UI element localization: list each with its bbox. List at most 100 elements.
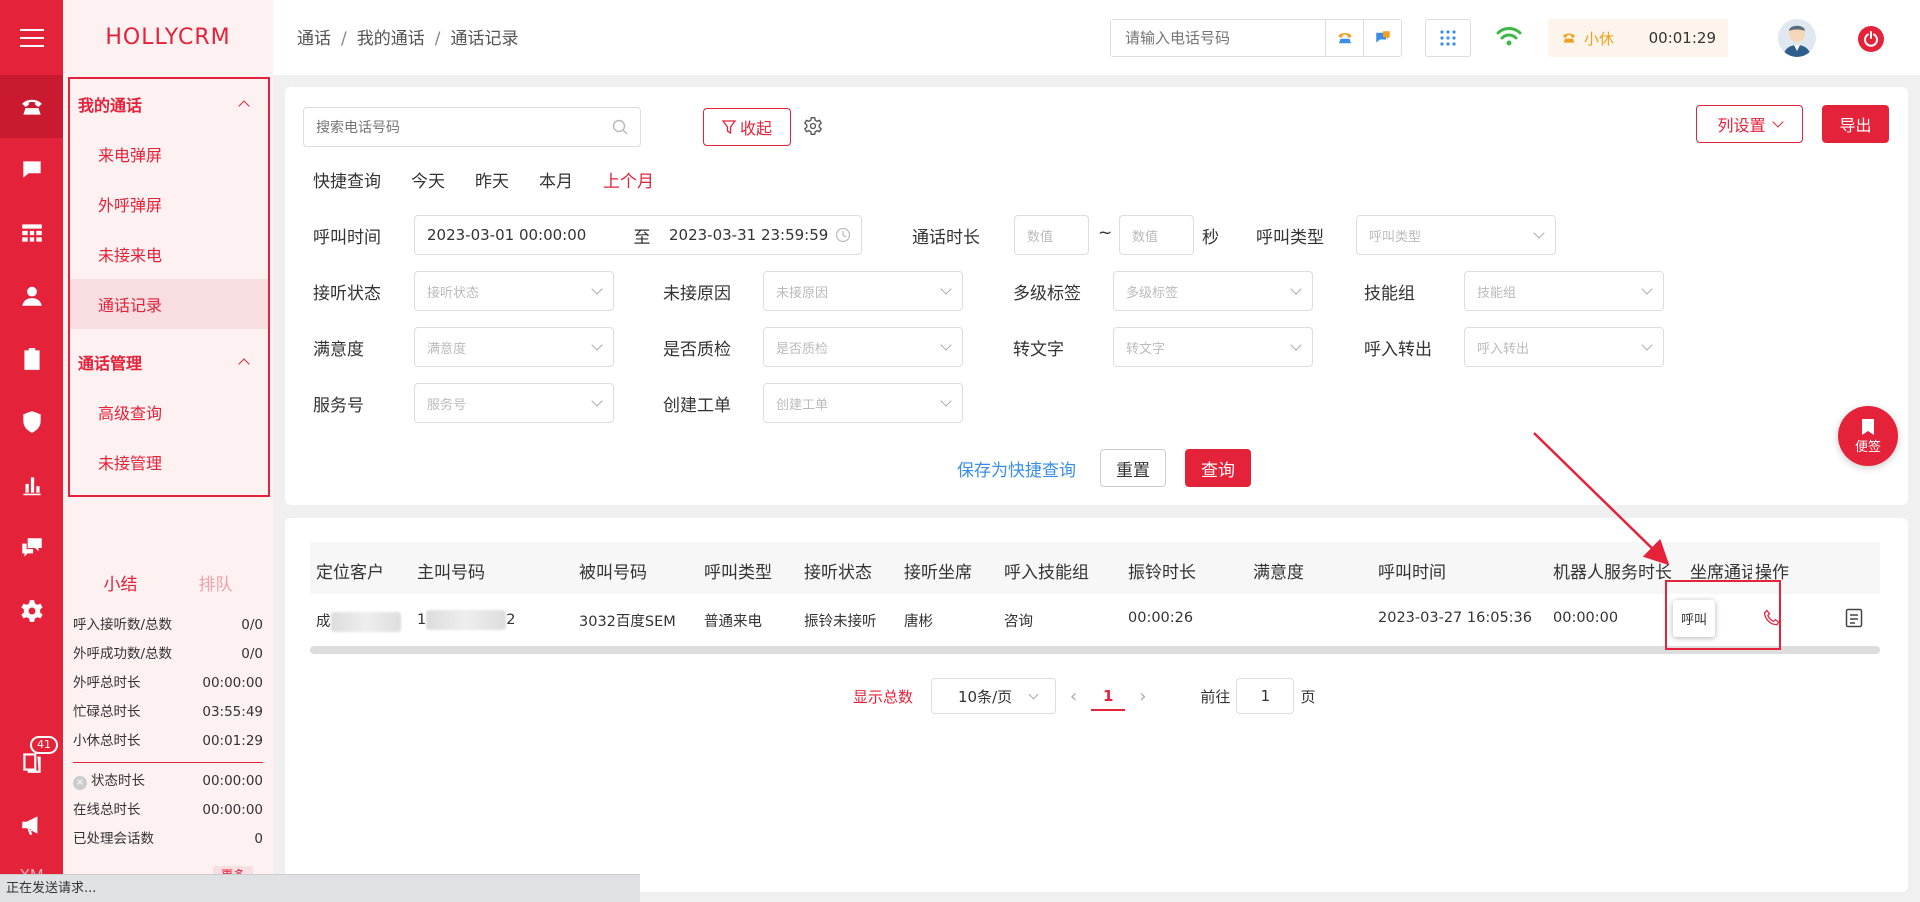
chevron-down-icon xyxy=(1290,339,1302,351)
stat-row: 外呼总时长 00:00:00 xyxy=(73,675,263,691)
qc-select[interactable]: 是否质检 xyxy=(763,327,963,367)
quick-today[interactable]: 今天 xyxy=(411,167,445,192)
prev-page-icon[interactable]: ‹ xyxy=(1070,686,1077,707)
sticky-note-button[interactable]: 便签 xyxy=(1838,406,1898,466)
service-number-select[interactable]: 服务号 xyxy=(414,383,614,423)
phone-nav-icon[interactable] xyxy=(0,75,63,138)
current-page[interactable]: 1 xyxy=(1091,687,1126,711)
chat-icon xyxy=(1375,31,1390,43)
tags-select[interactable]: 多级标签 xyxy=(1113,271,1313,311)
date-start[interactable]: 2023-03-01 00:00:00 xyxy=(415,226,627,244)
grid-nav-icon[interactable] xyxy=(0,201,63,264)
export-button[interactable]: 导出 xyxy=(1822,105,1889,143)
column-header: 满意度 xyxy=(1253,563,1304,583)
quick-this-month[interactable]: 本月 xyxy=(539,167,573,192)
query-button[interactable]: 查询 xyxy=(1185,449,1251,487)
search-input[interactable] xyxy=(316,119,612,135)
sidebar-item-advanced-query[interactable]: 高级查询 xyxy=(70,387,268,437)
gear-icon[interactable] xyxy=(803,116,823,140)
chat-nav-icon[interactable] xyxy=(0,138,63,201)
save-quick-query-link[interactable]: 保存为快捷查询 xyxy=(957,456,1076,481)
answer-status-select[interactable]: 接听状态 xyxy=(414,271,614,311)
date-end[interactable]: 2023-03-31 23:59:59 xyxy=(657,226,835,244)
phone-input[interactable] xyxy=(1111,20,1325,56)
cell-customer[interactable]: 成 xyxy=(316,610,401,632)
horizontal-scrollbar[interactable] xyxy=(310,646,1880,654)
table-row: 成 12 3032百度SEM 普通来电 振铃未接听 唐彬 咨询 00:00:26… xyxy=(310,594,1880,646)
transcribe-select[interactable]: 转文字 xyxy=(1113,327,1313,367)
tab-queue[interactable]: 排队 xyxy=(199,570,233,595)
column-header: 接听状态 xyxy=(804,563,872,583)
create-ticket-select[interactable]: 创建工单 xyxy=(763,383,963,423)
breadcrumb-item[interactable]: 通话 xyxy=(297,29,331,49)
call-type-select[interactable]: 呼叫类型 xyxy=(1356,215,1556,255)
sidebar-item-missed-calls[interactable]: 未接来电 xyxy=(70,229,268,279)
keypad-icon xyxy=(1440,30,1456,46)
power-button[interactable] xyxy=(1858,26,1884,52)
tab-summary[interactable]: 小结 xyxy=(104,570,138,595)
message-nav-icon[interactable] xyxy=(0,516,63,579)
column-header: 接听坐席 xyxy=(904,563,972,583)
group-call-management[interactable]: 通话管理 xyxy=(70,337,268,387)
agent-status[interactable]: 小休 00:01:29 xyxy=(1548,19,1728,57)
group-title: 通话管理 xyxy=(78,354,143,373)
quick-last-month[interactable]: 上个月 xyxy=(603,167,654,192)
date-range-picker[interactable]: 2023-03-01 00:00:00 至 2023-03-31 23:59:5… xyxy=(414,215,862,255)
cell-caller: 12 xyxy=(417,610,516,630)
breadcrumb: 通话 / 我的通话 / 通话记录 xyxy=(297,29,519,49)
sidebar-item-outgoing-popup[interactable]: 外呼弹屏 xyxy=(70,179,268,229)
sidebar-item-incoming-popup[interactable]: 来电弹屏 xyxy=(70,129,268,179)
cell-bot-duration: 00:00:00 xyxy=(1553,610,1619,626)
phone-icon xyxy=(1337,32,1352,44)
cell-ring-duration: 00:00:26 xyxy=(1128,610,1194,626)
dial-button[interactable] xyxy=(1325,20,1363,56)
redacted-block xyxy=(426,610,507,630)
next-page-icon[interactable]: › xyxy=(1139,686,1146,707)
phone-dial-box xyxy=(1110,19,1402,57)
power-icon xyxy=(1864,31,1878,47)
quick-yesterday[interactable]: 昨天 xyxy=(475,167,509,192)
menu-toggle-button[interactable] xyxy=(0,0,63,75)
transfer-select[interactable]: 呼入转出 xyxy=(1464,327,1664,367)
duration-min-input[interactable]: 数值 xyxy=(1014,215,1089,255)
reset-button[interactable]: 重置 xyxy=(1100,449,1166,487)
sidebar-item-call-records[interactable]: 通话记录 xyxy=(70,279,268,329)
clipboard-nav-icon[interactable] xyxy=(0,327,63,390)
megaphone-nav-icon[interactable] xyxy=(0,793,63,856)
detail-icon[interactable] xyxy=(1845,608,1863,632)
search-icon xyxy=(612,119,628,135)
cell-agent: 唐彬 xyxy=(904,614,933,630)
status-timer: 00:01:29 xyxy=(1648,29,1716,47)
skill-group-select[interactable]: 技能组 xyxy=(1464,271,1664,311)
shield-nav-icon[interactable] xyxy=(0,390,63,453)
cell-skill-group: 咨询 xyxy=(1004,614,1033,630)
missed-reason-select[interactable]: 未接原因 xyxy=(763,271,963,311)
message-button[interactable] xyxy=(1363,20,1401,56)
duration-max-input[interactable]: 数值 xyxy=(1119,215,1194,255)
stat-row: 在线总时长 00:00:00 xyxy=(73,802,263,818)
column-settings-button[interactable]: 列设置 xyxy=(1696,105,1803,143)
keypad-button[interactable] xyxy=(1425,19,1471,57)
breadcrumb-item[interactable]: 我的通话 xyxy=(357,29,425,49)
cell-callee: 3032百度SEM xyxy=(579,614,676,630)
duration-label: 通话时长 xyxy=(912,228,980,248)
chevron-down-icon xyxy=(1641,283,1653,295)
close-icon[interactable]: × xyxy=(73,776,87,790)
chevron-down-icon xyxy=(1533,227,1545,239)
brand-logo: HOLLYCRM xyxy=(105,25,231,50)
collapse-button[interactable]: 收起 xyxy=(703,108,791,146)
chevron-down-icon xyxy=(1028,689,1039,699)
satisfaction-select[interactable]: 满意度 xyxy=(414,327,614,367)
goto-page-input[interactable]: 1 xyxy=(1236,678,1295,714)
stats-panel: 小结 排队 呼入接听数/总数 0/0 外呼成功数/总数 0/0 外呼总时长 00:00… xyxy=(73,570,263,854)
sidebar-item-missed-management[interactable]: 未接管理 xyxy=(70,437,268,487)
filter-panel: 收起 列设置 导出 快捷查询 今天 昨天 本月 上个月 呼叫时间 2023-03… xyxy=(285,87,1908,505)
page-size-select[interactable]: 10条/页 xyxy=(931,678,1057,714)
bar-chart-nav-icon[interactable] xyxy=(0,453,63,516)
chevron-down-icon xyxy=(591,395,603,407)
contact-nav-icon[interactable] xyxy=(0,264,63,327)
group-title: 我的通话 xyxy=(78,96,143,115)
settings-nav-icon[interactable] xyxy=(0,579,63,642)
group-my-calls[interactable]: 我的通话 xyxy=(70,79,268,129)
user-avatar[interactable] xyxy=(1778,19,1816,57)
